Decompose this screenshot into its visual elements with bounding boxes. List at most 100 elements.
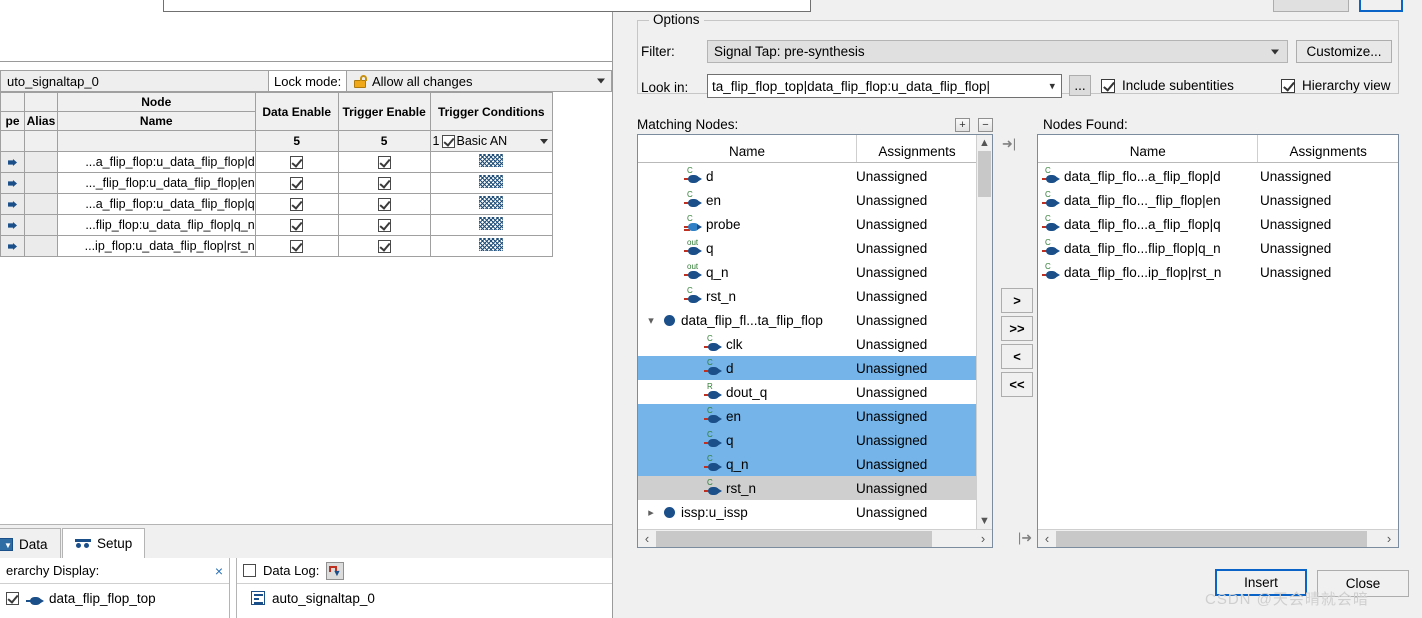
list-item[interactable]: Cdata_flip_flo..._flip_flop|en Unassigned: [1038, 188, 1398, 212]
instance-name-cell[interactable]: uto_signaltap_0: [0, 70, 268, 92]
trigger-condition-cell[interactable]: [429, 151, 554, 173]
hierarchy-item[interactable]: data_flip_flop_top: [0, 584, 229, 612]
scroll-left-icon[interactable]: ‹: [638, 531, 656, 546]
alias-cell[interactable]: [24, 214, 58, 236]
table-row[interactable]: ...ip_flop:u_data_flip_flop|rst_n: [0, 235, 554, 257]
table-row[interactable]: ...a_flip_flop:u_data_flip_flop|d: [0, 151, 554, 173]
waveform-save-icon[interactable]: ▼: [326, 561, 345, 580]
trigger-condition-cell[interactable]: [429, 193, 554, 215]
scroll-down-icon[interactable]: ▼: [977, 513, 992, 529]
chevron-down-icon[interactable]: ▾: [1049, 80, 1055, 93]
dialog-top-button-1[interactable]: [1273, 0, 1349, 12]
include-subentities-checkbox[interactable]: [1101, 78, 1115, 93]
matching-nodes-list[interactable]: Cd Unassigned Cen Unassigned Cprobe Unassigne…: [638, 164, 976, 531]
nodes-found-list[interactable]: Cdata_flip_flo...a_flip_flop|d Unassigned…: [1038, 164, 1398, 528]
move-all-left-button[interactable]: <<: [1001, 372, 1033, 397]
data-enable-checkbox[interactable]: [290, 219, 304, 233]
move-all-right-button[interactable]: >>: [1001, 316, 1033, 341]
list-item[interactable]: ▾ data_flip_fl...ta_flip_flop Unassigned: [638, 308, 976, 332]
collapse-right-panel-icon[interactable]: |➜: [1015, 528, 1035, 546]
trigger-enable-checkbox[interactable]: [377, 177, 391, 191]
data-enable-checkbox[interactable]: [290, 177, 304, 191]
list-item[interactable]: Cq_n Unassigned: [638, 452, 976, 476]
list-item[interactable]: Cdata_flip_flo...a_flip_flop|d Unassigned: [1038, 164, 1398, 188]
col-header-trigger-conditions[interactable]: Trigger Conditions: [429, 92, 554, 131]
node-name-cell[interactable]: ...a_flip_flop:u_data_flip_flop|q: [56, 193, 256, 215]
col-header-alias[interactable]: Alias: [24, 111, 58, 131]
list-item[interactable]: Cd Unassigned: [638, 356, 976, 380]
trigger-enable-cell[interactable]: [337, 214, 431, 236]
list-item[interactable]: out q_n Unassigned: [638, 260, 976, 284]
trigger-condition-cell[interactable]: [429, 172, 554, 194]
nodes-found-hscrollbar[interactable]: ‹ ›: [1038, 529, 1398, 547]
scroll-left-icon[interactable]: ‹: [1038, 531, 1056, 546]
col-header-assignments[interactable]: Assignments: [857, 144, 977, 162]
list-item[interactable]: Cclk Unassigned: [638, 332, 976, 356]
list-item[interactable]: Cen Unassigned: [638, 188, 976, 212]
data-enable-checkbox[interactable]: [290, 240, 304, 254]
trigger-enable-checkbox[interactable]: [377, 240, 391, 254]
trigger-enable-checkbox[interactable]: [377, 198, 391, 212]
table-row[interactable]: ..._flip_flop:u_data_flip_flop|en: [0, 172, 554, 194]
alias-cell[interactable]: [24, 235, 58, 257]
chevron-right-icon[interactable]: ▸: [644, 506, 658, 519]
chevron-down-icon[interactable]: [540, 138, 548, 144]
trigger-enable-checkbox[interactable]: [377, 156, 391, 170]
scroll-right-icon[interactable]: ›: [1380, 531, 1398, 546]
scroll-up-icon[interactable]: ▲: [977, 135, 992, 151]
col-header-trigger-enable[interactable]: Trigger Enable: [337, 92, 431, 131]
trigger-enable-cell[interactable]: [337, 151, 431, 173]
list-item[interactable]: ▸ issp:u_issp Unassigned: [638, 500, 976, 524]
trigger-condition-checkbox[interactable]: [441, 134, 455, 148]
data-enable-cell[interactable]: [254, 214, 339, 236]
data-enable-checkbox[interactable]: [290, 198, 304, 212]
trigger-enable-cell[interactable]: [337, 193, 431, 215]
list-item[interactable]: Rdout_q Unassigned: [638, 380, 976, 404]
browse-button[interactable]: ...: [1069, 75, 1091, 96]
list-item[interactable]: Cen Unassigned: [638, 404, 976, 428]
tab-setup[interactable]: Setup: [62, 528, 146, 559]
list-item[interactable]: Cdata_flip_flo...a_flip_flop|q Unassigned: [1038, 212, 1398, 236]
trigger-condition-cell[interactable]: [429, 214, 554, 236]
node-name-cell[interactable]: ...ip_flop:u_data_flip_flop|rst_n: [56, 235, 256, 257]
trigger-enable-cell[interactable]: [337, 235, 431, 257]
node-name-cell[interactable]: ...flip_flop:u_data_flip_flop|q_n: [56, 214, 256, 236]
list-item[interactable]: Cdata_flip_flo...ip_flop|rst_n Unassigned: [1038, 260, 1398, 284]
hscroll-thumb[interactable]: [656, 530, 932, 547]
include-subentities-checkbox-group[interactable]: Include subentities: [1101, 78, 1234, 93]
data-enable-cell[interactable]: [254, 151, 339, 173]
list-item[interactable]: Crst_n Unassigned: [638, 284, 976, 308]
list-item[interactable]: out q Unassigned: [638, 236, 976, 260]
named-filter-input[interactable]: [163, 0, 811, 12]
list-item[interactable]: Cdata_flip_flo...flip_flop|q_n Unassigned: [1038, 236, 1398, 260]
customize-button[interactable]: Customize...: [1296, 40, 1392, 63]
data-enable-checkbox[interactable]: [290, 156, 304, 170]
hierarchy-view-checkbox[interactable]: [1281, 78, 1295, 93]
matching-nodes-hscrollbar[interactable]: ‹ ›: [638, 529, 992, 547]
vscroll-thumb[interactable]: [978, 151, 991, 197]
move-right-button[interactable]: >: [1001, 288, 1033, 313]
alias-cell[interactable]: [24, 151, 58, 173]
scroll-right-icon[interactable]: ›: [974, 531, 992, 546]
trigger-enable-cell[interactable]: [337, 172, 431, 194]
col-header-name[interactable]: ⌄ Name: [638, 143, 856, 162]
data-enable-cell[interactable]: [254, 193, 339, 215]
collapse-all-icon[interactable]: −: [978, 118, 993, 132]
matching-nodes-vscrollbar[interactable]: ▲ ▼: [976, 135, 992, 529]
data-log-checkbox[interactable]: [243, 564, 256, 577]
col-header-assignments[interactable]: Assignments: [1258, 144, 1398, 162]
lock-mode-combo[interactable]: Allow all changes: [346, 70, 612, 92]
collapse-left-panel-icon[interactable]: ➜|: [999, 134, 1019, 152]
table-row[interactable]: ...flip_flop:u_data_flip_flop|q_n: [0, 214, 554, 236]
move-left-button[interactable]: <: [1001, 344, 1033, 369]
col-header-type[interactable]: pe: [0, 111, 26, 131]
hierarchy-item-checkbox[interactable]: [6, 591, 19, 605]
expand-all-icon[interactable]: +: [955, 118, 970, 132]
list-item[interactable]: Crst_n Unassigned: [638, 476, 976, 500]
list-item[interactable]: Cprobe Unassigned: [638, 212, 976, 236]
node-name-cell[interactable]: ..._flip_flop:u_data_flip_flop|en: [56, 172, 256, 194]
trigger-enable-checkbox[interactable]: [377, 219, 391, 233]
alias-cell[interactable]: [24, 172, 58, 194]
chevron-down-icon[interactable]: ▾: [644, 314, 658, 327]
col-header-data-enable[interactable]: Data Enable: [254, 92, 339, 131]
